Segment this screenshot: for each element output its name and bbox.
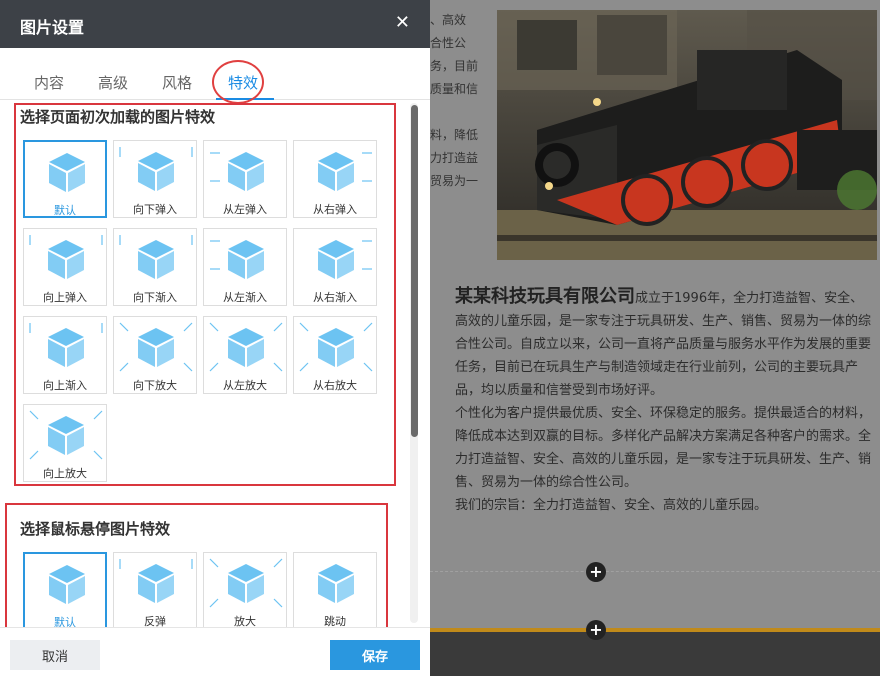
cube-icon — [224, 149, 268, 193]
cube-icon — [224, 561, 268, 605]
article-paragraph: 个性化为客户提供最优质、安全、环保稳定的服务。提供最适合的材料，降低成本达到双赢… — [455, 406, 872, 490]
effect-label: 向上弹入 — [43, 291, 87, 304]
cube-icon — [45, 562, 89, 606]
tab-style[interactable]: 风格 — [162, 72, 192, 93]
cancel-button[interactable]: 取消 — [10, 640, 100, 670]
text-line: 质量和信 — [430, 82, 479, 96]
effect-label: 从右放大 — [313, 379, 357, 392]
hover-effect-card[interactable]: 跳动 — [293, 552, 377, 627]
scrollbar-thumb[interactable] — [411, 105, 418, 437]
cube-icon — [314, 149, 358, 193]
text-line: 、高效 — [430, 13, 467, 27]
load-effect-card[interactable]: 从左弹入 — [203, 140, 287, 218]
dialog-header: 图片设置 ✕ — [0, 0, 430, 48]
effect-label: 向上放大 — [43, 467, 87, 480]
cube-icon — [314, 325, 358, 369]
company-article: 某某科技玩具有限公司成立于1996年，全力打造益智、安全、高效的儿童乐园，是一家… — [455, 285, 875, 517]
close-icon[interactable]: ✕ — [395, 12, 410, 33]
effect-label: 向下渐入 — [133, 291, 177, 304]
effect-label: 从右渐入 — [313, 291, 357, 304]
dialog-title: 图片设置 — [20, 18, 85, 37]
company-name: 某某科技玩具有限公司 — [455, 286, 635, 307]
cube-icon — [44, 413, 88, 457]
load-effect-card[interactable]: 向下放大 — [113, 316, 197, 394]
effect-label: 放大 — [234, 615, 256, 627]
text-line: 务，目前 — [430, 59, 479, 73]
effect-label: 从右弹入 — [313, 203, 357, 216]
text-line: 合性公 — [430, 36, 467, 50]
tab-highlight-circle — [212, 60, 264, 104]
text-line: 贸易为一 — [430, 174, 479, 188]
text-line: 料，降低 — [430, 128, 479, 142]
text-line — [430, 102, 490, 125]
cube-icon — [134, 325, 178, 369]
load-effect-card[interactable]: 从左放大 — [203, 316, 287, 394]
text-line: 力打造益 — [430, 151, 479, 165]
load-effect-card[interactable]: 从右放大 — [293, 316, 377, 394]
load-effect-card[interactable]: 默认 — [23, 140, 107, 218]
tab-content[interactable]: 内容 — [34, 72, 64, 93]
add-section-icon[interactable]: + — [586, 620, 606, 640]
page-footer — [430, 628, 880, 676]
background-text-column: 、高效 合性公 务，目前 质量和信 料，降低 力打造益 贸易为一 — [430, 10, 490, 194]
effect-label: 向下弹入 — [133, 203, 177, 216]
load-effect-card[interactable]: 向下弹入 — [113, 140, 197, 218]
effect-label: 从左渐入 — [223, 291, 267, 304]
load-effect-card[interactable]: 向下渐入 — [113, 228, 197, 306]
load-effect-card[interactable]: 向上放大 — [23, 404, 107, 482]
hover-effect-card[interactable]: 默认 — [23, 552, 107, 627]
load-effect-card[interactable]: 向上渐入 — [23, 316, 107, 394]
effect-label: 向下放大 — [133, 379, 177, 392]
cube-icon — [44, 325, 88, 369]
cube-icon — [134, 237, 178, 281]
cube-icon — [134, 561, 178, 605]
article-paragraph: 成立于1996年，全力打造益智、安全、高效的儿童乐园，是一家专注于玩具研发、生产… — [455, 291, 872, 398]
load-effect-card[interactable]: 从右弹入 — [293, 140, 377, 218]
load-effects-title: 选择页面初次加载的图片特效 — [20, 108, 216, 126]
train-image — [497, 10, 877, 260]
load-effect-card[interactable]: 从左渐入 — [203, 228, 287, 306]
dialog-footer: 取消 保存 — [0, 627, 430, 676]
cube-icon — [45, 150, 89, 194]
hover-effect-card[interactable]: 放大 — [203, 552, 287, 627]
cube-icon — [44, 237, 88, 281]
cube-icon — [224, 325, 268, 369]
cube-icon — [314, 237, 358, 281]
cube-icon — [314, 561, 358, 605]
cube-icon — [134, 149, 178, 193]
tab-advanced[interactable]: 高级 — [98, 72, 128, 93]
effects-panel: 选择页面初次加载的图片特效 默认 向下弹入 从左弹入 从右弹入向上弹入 向下渐入 从左渐入… — [0, 101, 430, 627]
add-section-icon[interactable]: + — [586, 562, 606, 582]
effect-label: 反弹 — [144, 615, 166, 627]
effect-label: 向上渐入 — [43, 379, 87, 392]
effect-label: 从左放大 — [223, 379, 267, 392]
image-settings-dialog: 图片设置 ✕ 内容 高级 风格 特效 选择页面初次加载的图片特效 默认 向下弹入从… — [0, 0, 430, 676]
section-divider — [430, 571, 880, 572]
effect-label: 从左弹入 — [223, 203, 267, 216]
load-effect-card[interactable]: 从右渐入 — [293, 228, 377, 306]
article-paragraph: 我们的宗旨：全力打造益智、安全、高效的儿童乐园。 — [455, 498, 768, 513]
save-button[interactable]: 保存 — [330, 640, 420, 670]
load-effect-card[interactable]: 向上弹入 — [23, 228, 107, 306]
effect-label: 跳动 — [324, 615, 346, 627]
effect-label: 默认 — [54, 204, 76, 217]
cube-icon — [224, 237, 268, 281]
effect-label: 默认 — [54, 616, 76, 627]
hover-effect-card[interactable]: 反弹 — [113, 552, 197, 627]
hover-effects-title: 选择鼠标悬停图片特效 — [20, 520, 171, 538]
